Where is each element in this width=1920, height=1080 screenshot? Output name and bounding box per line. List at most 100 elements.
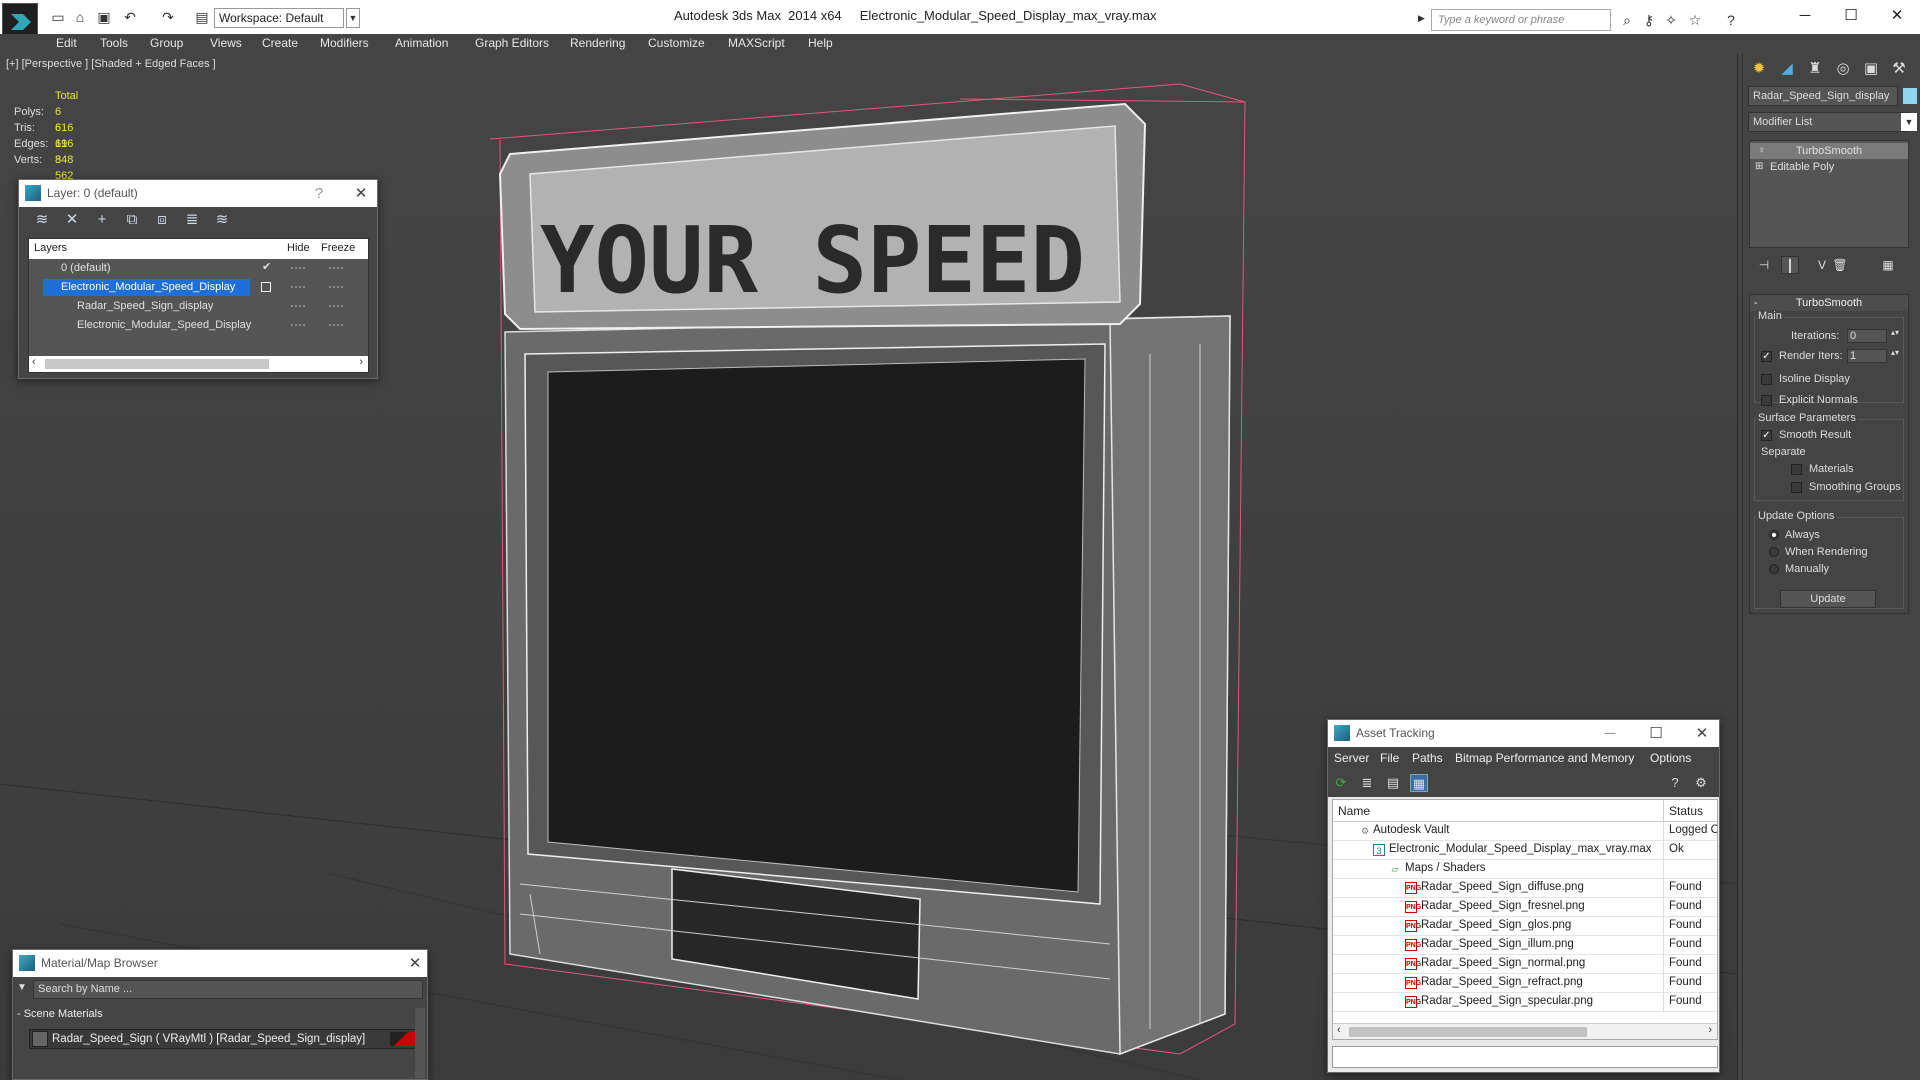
expand-plus-icon[interactable]: ⊞ xyxy=(1755,159,1763,175)
smooth-result-checkbox[interactable]: ✓ xyxy=(1761,430,1772,441)
manually-radio[interactable] xyxy=(1769,564,1779,574)
motion-tab-icon[interactable]: ◎ xyxy=(1831,58,1855,80)
remove-modifier-icon[interactable]: 🗑 xyxy=(1831,256,1849,274)
hide-toggle[interactable] xyxy=(291,305,305,307)
object-name-field[interactable]: Radar_Speed_Sign_display xyxy=(1748,86,1898,106)
hide-toggle[interactable] xyxy=(291,324,305,326)
smoothing-groups-checkbox[interactable] xyxy=(1791,482,1802,493)
project-folder-icon[interactable]: ▤ xyxy=(194,9,210,25)
col-name[interactable]: Name xyxy=(1338,804,1370,818)
maximize-icon[interactable]: ☐ xyxy=(1644,720,1668,747)
asset-row-maps[interactable]: ▱ Maps / Shaders xyxy=(1333,860,1717,879)
menu-views[interactable]: Views xyxy=(210,36,242,50)
star-icon[interactable]: ☆ xyxy=(1686,11,1704,29)
always-radio[interactable] xyxy=(1769,530,1779,540)
asset-row-map[interactable]: PNG Radar_Speed_Sign_illum.png Found xyxy=(1333,936,1717,955)
isoline-checkbox[interactable] xyxy=(1761,374,1772,385)
iterations-spinner[interactable]: 0 xyxy=(1847,329,1887,343)
thumbnail-view-icon[interactable]: ▤ xyxy=(1384,774,1402,792)
vault-help-icon[interactable]: ? xyxy=(1666,774,1684,792)
col-freeze[interactable]: Freeze xyxy=(321,242,355,254)
viewport-label[interactable]: [+] [Perspective ] [Shaded + Edged Faces… xyxy=(6,58,216,70)
select-objects-icon[interactable]: ⧉ xyxy=(123,211,141,229)
column-divider[interactable] xyxy=(1663,800,1664,822)
stack-item-editable-poly[interactable]: ⊞ Editable Poly xyxy=(1750,159,1908,175)
scroll-thumb[interactable] xyxy=(1349,1027,1587,1037)
hierarchy-tab-icon[interactable]: ♜ xyxy=(1803,58,1827,80)
menu-edit[interactable]: Edit xyxy=(56,36,77,50)
menu-tools[interactable]: Tools xyxy=(100,36,128,50)
layer-object-row[interactable]: Electronic_Modular_Speed_Display xyxy=(29,317,368,336)
help-icon[interactable]: ? xyxy=(1722,11,1740,29)
new-file-icon[interactable]: ▭ xyxy=(50,9,66,25)
menu-rendering[interactable]: Rendering xyxy=(570,36,625,50)
add-to-layer-icon[interactable]: + xyxy=(93,211,111,229)
render-iters-checkbox[interactable]: ✓ xyxy=(1761,351,1772,362)
spinner-arrows-icon[interactable]: ▴▾ xyxy=(1891,348,1899,357)
col-hide[interactable]: Hide xyxy=(287,242,310,254)
menu-maxscript[interactable]: MAXScript xyxy=(728,36,785,50)
layer-close-icon[interactable]: ✕ xyxy=(349,180,373,207)
search-expand-icon[interactable]: ▶ xyxy=(1418,13,1425,24)
create-tab-icon[interactable]: ✹ xyxy=(1747,58,1771,80)
minimize-icon[interactable]: ─ xyxy=(1790,6,1820,26)
col-status[interactable]: Status xyxy=(1669,804,1703,818)
scroll-left-icon[interactable]: ‹ xyxy=(32,356,36,368)
hide-toggle[interactable] xyxy=(291,286,305,288)
asset-row-map[interactable]: PNG Radar_Speed_Sign_refract.png Found xyxy=(1333,974,1717,993)
material-browser-title-bar[interactable]: Material/Map Browser xyxy=(13,950,427,977)
redo-icon[interactable]: ↷ xyxy=(160,9,176,25)
table-view-icon[interactable]: ▦ xyxy=(1410,774,1428,792)
layer-horizontal-scrollbar[interactable]: ‹ › xyxy=(29,356,368,372)
material-item[interactable]: Radar_Speed_Sign ( VRayMtl ) [Radar_Spee… xyxy=(29,1029,423,1049)
layer-row-default[interactable]: 0 (default) ✔ xyxy=(29,260,368,279)
close-icon[interactable]: ✕ xyxy=(1882,6,1912,26)
asset-menu-file[interactable]: File xyxy=(1380,751,1399,765)
hide-toggle[interactable] xyxy=(291,267,305,269)
collapse-icon[interactable]: - xyxy=(1754,295,1758,311)
minimize-icon[interactable]: ─ xyxy=(1598,720,1622,747)
menu-group[interactable]: Group xyxy=(150,36,183,50)
search-input[interactable]: Type a keyword or phrase xyxy=(1431,9,1611,31)
scroll-right-icon[interactable]: › xyxy=(359,356,363,368)
rollout-title[interactable]: - TurboSmooth xyxy=(1750,295,1908,311)
stack-item-turbosmooth[interactable]: ♀ TurboSmooth xyxy=(1750,143,1908,159)
create-layer-icon[interactable]: ≋ xyxy=(33,211,51,229)
utilities-tab-icon[interactable]: ⚒ xyxy=(1887,58,1911,80)
menu-help[interactable]: Help xyxy=(808,36,833,50)
material-search-input[interactable]: Search by Name ... xyxy=(33,980,423,999)
asset-row-map[interactable]: PNG Radar_Speed_Sign_diffuse.png Found xyxy=(1333,879,1717,898)
freeze-all-layers-icon[interactable]: ≋ xyxy=(213,211,231,229)
asset-row-map[interactable]: PNG Radar_Speed_Sign_fresnel.png Found xyxy=(1333,898,1717,917)
asset-menu-bitmap[interactable]: Bitmap Performance and Memory xyxy=(1455,751,1634,765)
undo-icon[interactable]: ↶ xyxy=(122,9,138,25)
show-end-result-icon[interactable]: ┃ xyxy=(1781,256,1799,274)
workspace-dropdown[interactable]: Workspace: Default xyxy=(214,8,344,28)
options-arrow-icon[interactable]: ▼ xyxy=(17,982,27,993)
freeze-toggle[interactable] xyxy=(329,267,343,269)
binoculars-icon[interactable]: ⌕ xyxy=(1618,11,1636,29)
layer-object-row[interactable]: Radar_Speed_Sign_display xyxy=(29,298,368,317)
scroll-right-icon[interactable]: › xyxy=(1708,1024,1712,1036)
pin-stack-icon[interactable]: ⊣ xyxy=(1755,256,1773,274)
scroll-thumb[interactable] xyxy=(45,359,269,369)
chevron-down-icon[interactable]: ▼ xyxy=(346,8,360,28)
material-vertical-scrollbar[interactable] xyxy=(415,1008,425,1078)
layer-row-selected[interactable]: Electronic_Modular_Speed_Display xyxy=(29,279,368,298)
asset-menu-options[interactable]: Options xyxy=(1650,751,1691,765)
explicit-normals-checkbox[interactable] xyxy=(1761,395,1772,406)
modify-tab-icon[interactable]: ◢ xyxy=(1775,58,1799,80)
menu-customize[interactable]: Customize xyxy=(648,36,705,50)
update-button[interactable]: Update xyxy=(1780,590,1876,608)
asset-row-vault[interactable]: ⚙ Autodesk Vault Logged O xyxy=(1333,822,1717,841)
maximize-icon[interactable]: ☐ xyxy=(1836,6,1866,26)
freeze-toggle[interactable] xyxy=(329,324,343,326)
freeze-toggle[interactable] xyxy=(329,305,343,307)
menu-create[interactable]: Create xyxy=(262,36,298,50)
close-icon[interactable]: ✕ xyxy=(1690,720,1714,747)
asset-row-map[interactable]: PNG Radar_Speed_Sign_glos.png Found xyxy=(1333,917,1717,936)
active-check-icon[interactable]: ✔ xyxy=(262,260,271,273)
menu-graph-editors[interactable]: Graph Editors xyxy=(475,36,549,50)
key-icon[interactable]: ⚷ xyxy=(1640,11,1658,29)
menu-animation[interactable]: Animation xyxy=(395,36,448,50)
